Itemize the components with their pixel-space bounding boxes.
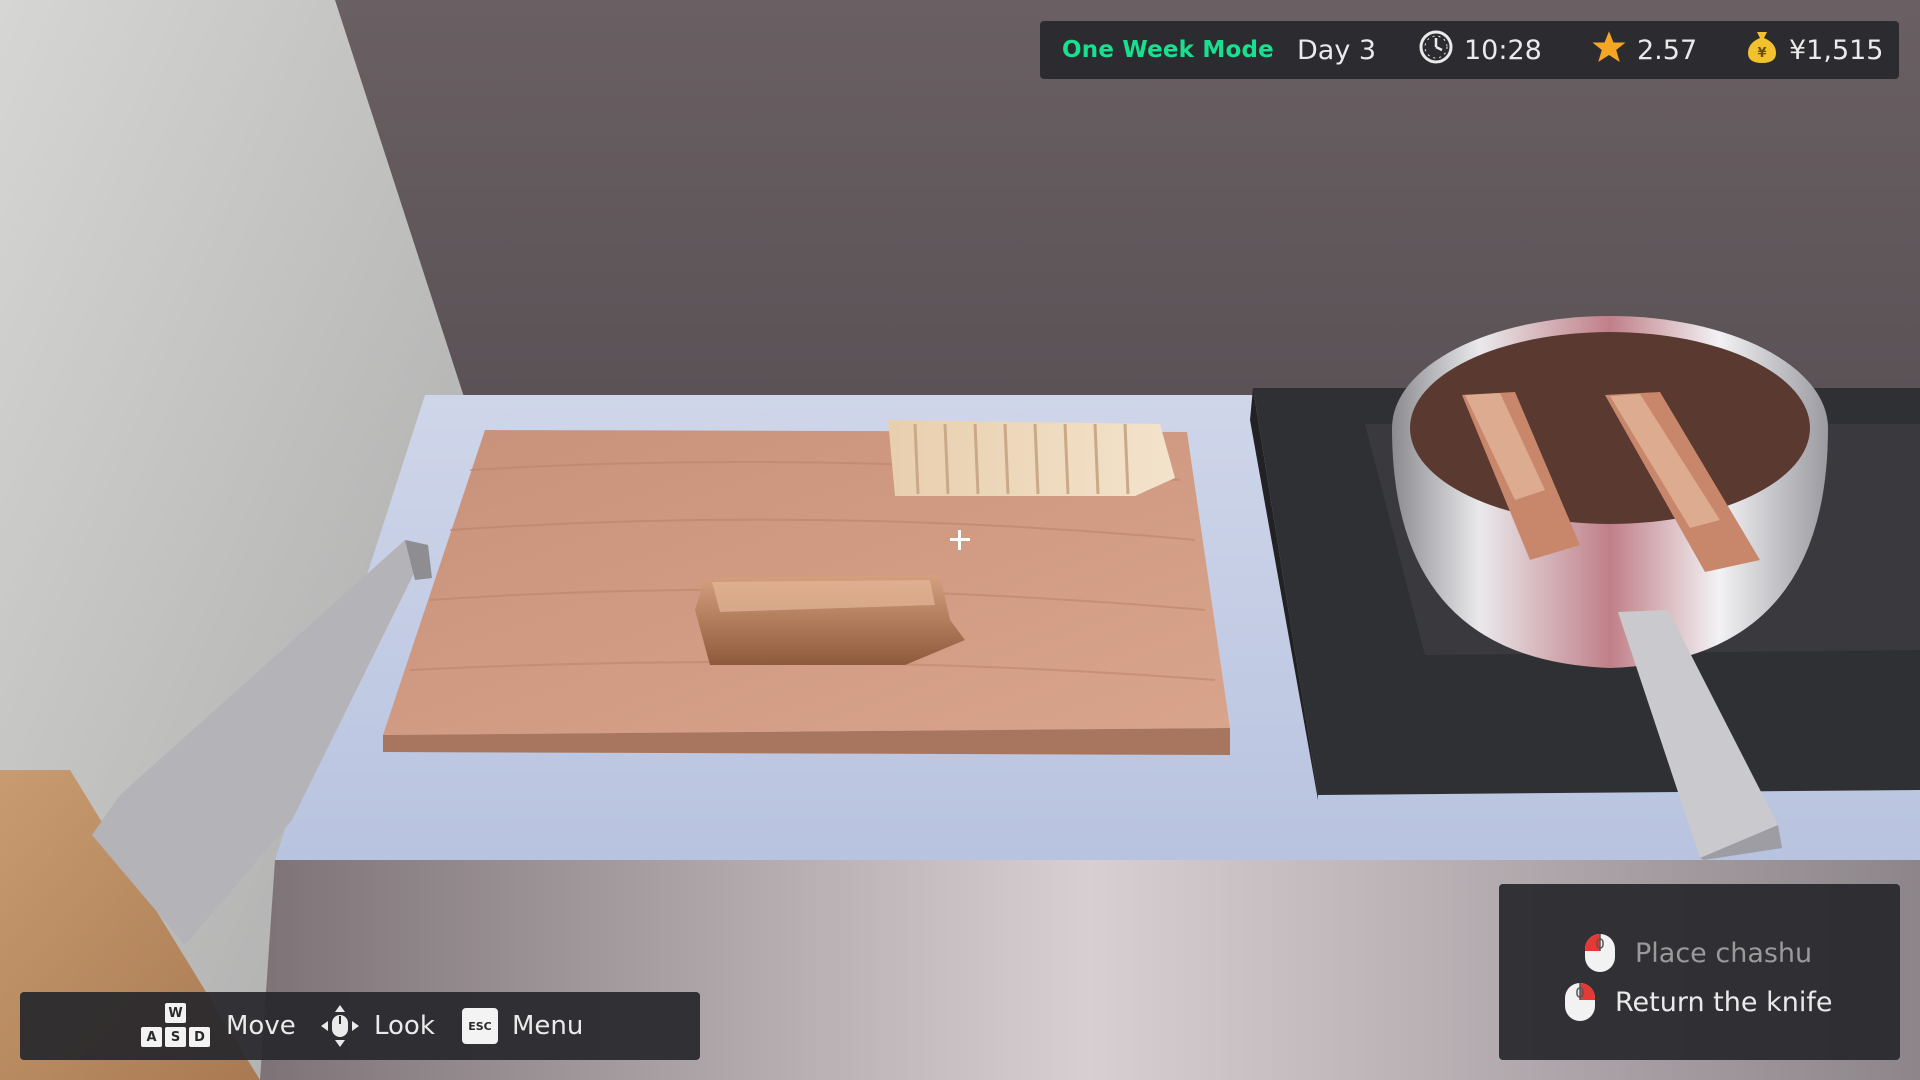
mouse-right-click-icon xyxy=(1563,981,1597,1023)
money-bag-icon: ¥ xyxy=(1745,29,1779,72)
crosshair xyxy=(950,530,970,550)
status-bar: One Week Mode Day 3 10:28 2.57 ¥ ¥1,515 xyxy=(1040,21,1899,79)
move-label: Move xyxy=(226,1011,296,1041)
key-d: D xyxy=(189,1027,210,1047)
star-icon xyxy=(1591,29,1627,72)
wasd-keys-icon: W A S D xyxy=(140,1003,212,1049)
place-chashu-label: Place chashu xyxy=(1635,937,1813,969)
game-mode-label: One Week Mode xyxy=(1062,37,1274,63)
clock-time: 10:28 xyxy=(1464,34,1542,66)
mouse-left-click-icon xyxy=(1583,932,1617,974)
svg-text:¥: ¥ xyxy=(1757,46,1766,61)
menu-label: Menu xyxy=(512,1011,584,1041)
esc-key-icon: ESC xyxy=(462,1008,498,1044)
control-move: W A S D Move xyxy=(140,992,296,1060)
key-s: S xyxy=(165,1027,186,1047)
money-amount: ¥1,515 xyxy=(1789,34,1884,66)
clock-icon xyxy=(1418,29,1454,72)
action-return-knife: Return the knife xyxy=(1563,981,1832,1023)
mouse-move-icon xyxy=(320,1004,360,1048)
return-knife-label: Return the knife xyxy=(1615,986,1833,1018)
key-a: A xyxy=(141,1027,162,1047)
action-hint-panel: Place chashu Return the knife xyxy=(1499,884,1900,1060)
control-look: Look xyxy=(320,992,435,1060)
action-place-chashu: Place chashu xyxy=(1583,932,1812,974)
look-label: Look xyxy=(374,1011,435,1041)
controls-hint-bar: W A S D Move Look ESC Menu xyxy=(20,992,700,1060)
key-w: W xyxy=(165,1003,186,1023)
control-menu: ESC Menu xyxy=(462,992,583,1060)
day-counter: Day 3 xyxy=(1297,34,1377,66)
rating-value: 2.57 xyxy=(1637,34,1698,66)
